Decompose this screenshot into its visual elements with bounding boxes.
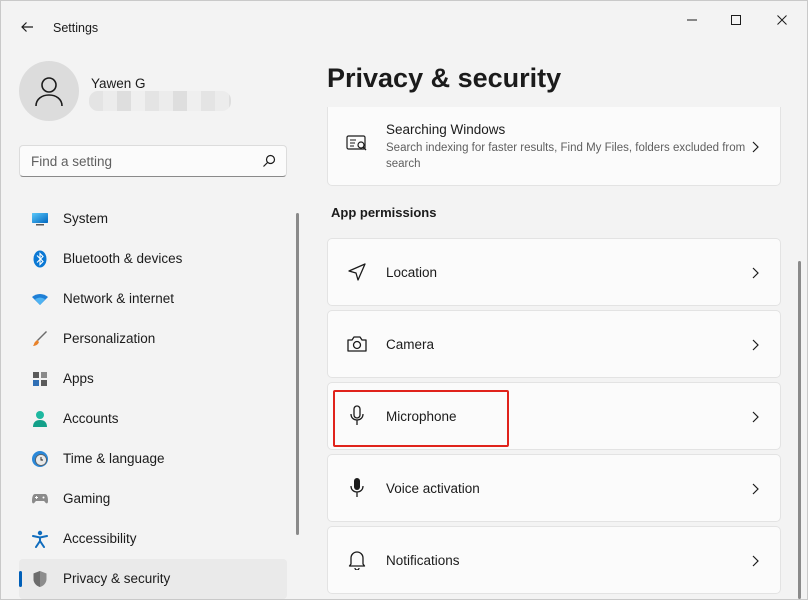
accessibility-icon — [31, 530, 49, 548]
sidebar-item-personalization[interactable]: Personalization — [19, 319, 287, 359]
avatar[interactable] — [19, 61, 79, 121]
chevron-right-icon — [752, 141, 759, 153]
sidebar-item-label: Privacy & security — [63, 571, 171, 586]
sidebar-scrollbar[interactable] — [296, 213, 299, 535]
sidebar-item-label: Personalization — [63, 331, 156, 346]
permission-microphone[interactable]: Microphone — [327, 382, 781, 450]
chevron-right-icon — [752, 483, 759, 495]
sidebar-item-label: Time & language — [63, 451, 165, 466]
permission-camera[interactable]: Camera — [327, 310, 781, 378]
location-icon — [346, 261, 368, 283]
system-icon — [31, 210, 49, 228]
permission-label: Notifications — [386, 553, 460, 568]
sidebar-item-label: Bluetooth & devices — [63, 251, 183, 266]
card-title: Searching Windows — [386, 122, 506, 137]
searching-windows-card[interactable]: Searching Windows Search indexing for fa… — [327, 107, 781, 186]
sidebar-item-time-language[interactable]: Time & language — [19, 439, 287, 479]
search-input[interactable]: Find a setting — [19, 145, 287, 177]
sidebar-item-network[interactable]: Network & internet — [19, 279, 287, 319]
sidebar-nav: System Bluetooth & devices Network & int… — [19, 199, 289, 599]
sidebar-item-accessibility[interactable]: Accessibility — [19, 519, 287, 559]
user-name: Yawen G — [91, 76, 146, 91]
back-button[interactable] — [15, 15, 39, 39]
permission-location[interactable]: Location — [327, 238, 781, 306]
sidebar-item-label: Apps — [63, 371, 94, 386]
sidebar-item-system[interactable]: System — [19, 199, 287, 239]
shield-icon — [31, 570, 49, 588]
card-description: Search indexing for faster results, Find… — [386, 142, 746, 170]
chevron-right-icon — [752, 267, 759, 279]
camera-icon — [346, 333, 368, 355]
permission-label: Microphone — [386, 409, 457, 424]
maximize-icon — [731, 15, 741, 25]
back-arrow-icon — [21, 22, 33, 32]
close-button[interactable] — [759, 7, 805, 33]
permission-voice-activation[interactable]: Voice activation — [327, 454, 781, 522]
voice-activation-icon — [346, 477, 368, 499]
sidebar-item-bluetooth[interactable]: Bluetooth & devices — [19, 239, 287, 279]
search-icon[interactable] — [262, 154, 276, 168]
accounts-icon — [31, 410, 49, 428]
sidebar-item-label: Accounts — [63, 411, 119, 426]
content-scrollbar[interactable] — [798, 261, 801, 599]
bell-icon — [346, 549, 368, 571]
chevron-right-icon — [752, 411, 759, 423]
close-icon — [777, 15, 787, 25]
sidebar-item-apps[interactable]: Apps — [19, 359, 287, 399]
user-email-blurred — [89, 91, 231, 111]
sidebar-item-privacy-security[interactable]: Privacy & security — [19, 559, 287, 599]
maximize-button[interactable] — [713, 7, 759, 33]
settings-window: Settings Yawen G Find a setting System B… — [0, 0, 808, 600]
permission-label: Voice activation — [386, 481, 480, 496]
wifi-icon — [31, 290, 49, 308]
chevron-right-icon — [752, 339, 759, 351]
chevron-right-icon — [752, 555, 759, 567]
sidebar-item-label: Gaming — [63, 491, 111, 506]
title-bar: Settings — [1, 1, 807, 47]
permission-notifications[interactable]: Notifications — [327, 526, 781, 594]
section-heading: App permissions — [331, 205, 437, 220]
permission-label: Camera — [386, 337, 435, 352]
search-placeholder: Find a setting — [31, 154, 113, 169]
sidebar-item-accounts[interactable]: Accounts — [19, 399, 287, 439]
page-title: Privacy & security — [327, 63, 562, 93]
permission-label: Location — [386, 265, 438, 280]
microphone-icon — [346, 405, 368, 427]
window-title: Settings — [53, 21, 99, 35]
clock-globe-icon — [31, 450, 49, 468]
brush-icon — [31, 330, 49, 348]
sidebar-item-label: System — [63, 211, 109, 226]
sidebar-item-gaming[interactable]: Gaming — [19, 479, 287, 519]
minimize-button[interactable] — [669, 7, 715, 33]
search-indexing-icon — [346, 133, 368, 155]
sidebar-item-label: Accessibility — [63, 531, 137, 546]
sidebar-item-label: Network & internet — [63, 291, 175, 306]
minimize-icon — [687, 19, 697, 21]
bluetooth-icon — [31, 250, 49, 268]
apps-icon — [31, 370, 49, 388]
person-icon — [35, 77, 63, 107]
gamepad-icon — [31, 490, 49, 508]
